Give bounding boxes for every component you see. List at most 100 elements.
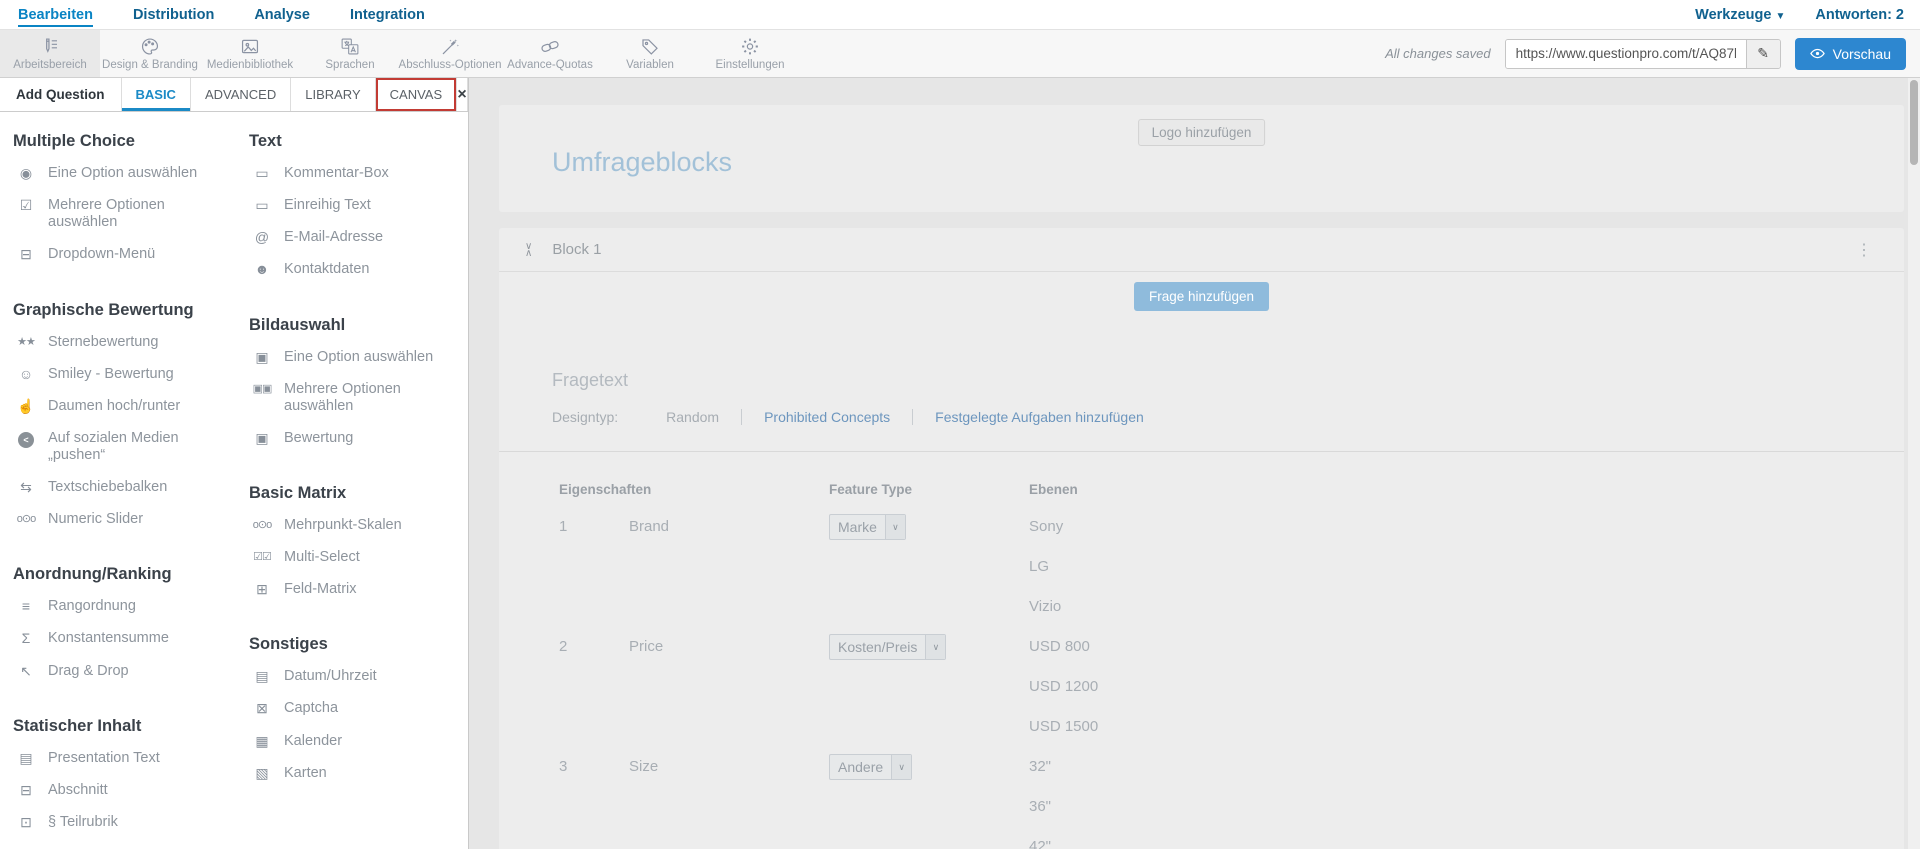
level-item[interactable]: Sony: [1029, 507, 1904, 547]
question-type-captcha[interactable]: ⊠ Captcha: [249, 700, 461, 717]
designtype-value[interactable]: Random: [666, 409, 719, 425]
question-type-drag-drop[interactable]: ↖ Drag & Drop: [13, 663, 225, 680]
feature-name[interactable]: Size: [629, 747, 829, 787]
tab-advanced[interactable]: ADVANCED: [191, 78, 292, 112]
question-type-thumbs-up-down[interactable]: ☝ Daumen hoch/runter: [13, 398, 225, 415]
level-item[interactable]: Vizio: [1029, 587, 1904, 627]
divider: [912, 409, 914, 425]
feature-type-value: Kosten/Preis: [838, 639, 918, 655]
block-panel: ∨ ∧ Block 1 ⋮ Frage hinzufügen Fragetext …: [499, 228, 1904, 849]
question-type-constant-sum[interactable]: Σ Konstantensumme: [13, 630, 225, 647]
question-type-multi-select[interactable]: ☑ Mehrere Optionen auswählen: [13, 197, 225, 231]
feature-type-select[interactable]: Marke ∨: [829, 514, 906, 540]
level-item[interactable]: USD 1500: [1029, 707, 1904, 747]
contact-data-icon: ☻: [254, 261, 270, 278]
level-item[interactable]: LG: [1029, 547, 1904, 587]
level-item[interactable]: 32": [1029, 747, 1904, 787]
survey-url-input[interactable]: [1505, 39, 1746, 68]
calendar-icon: ▦: [255, 732, 269, 749]
nav-distribution[interactable]: Distribution: [133, 0, 214, 29]
toolbar-label: Variablen: [626, 59, 674, 71]
question-type-star-rating[interactable]: ★★ Sternebewertung: [13, 334, 225, 351]
question-type-label: Karten: [284, 764, 327, 781]
drag-drop-icon: ↖: [20, 662, 32, 679]
tab-add-question[interactable]: Add Question: [0, 78, 122, 112]
levels-list: Sony LG Vizio: [1029, 507, 1904, 627]
level-item[interactable]: 36": [1029, 787, 1904, 827]
question-type-date-time[interactable]: ▤ Datum/Uhrzeit: [249, 668, 461, 685]
collapse-block-icon[interactable]: ∨ ∧: [525, 241, 532, 258]
question-type-image-rating[interactable]: ▣ Bewertung: [249, 430, 461, 447]
nav-integration[interactable]: Integration: [350, 0, 425, 29]
toolbar-languages[interactable]: Sprachen: [300, 30, 400, 77]
question-type-text-slider[interactable]: ⇆ Textschiebebalken: [13, 479, 225, 496]
feature-type-select[interactable]: Andere ∨: [829, 754, 913, 780]
question-type-label: § Teilrubrik: [48, 813, 118, 830]
section-title: Basic Matrix: [249, 484, 347, 502]
question-type-single-row-text[interactable]: ▭ Einreihig Text: [249, 197, 461, 214]
add-question-button[interactable]: Frage hinzufügen: [1133, 281, 1270, 311]
toolbar-settings[interactable]: Einstellungen: [700, 30, 800, 77]
level-item[interactable]: USD 1200: [1029, 667, 1904, 707]
question-type-label: Daumen hoch/runter: [48, 397, 181, 414]
close-panel-icon[interactable]: ×: [457, 78, 468, 112]
toolbar-design-branding[interactable]: Design & Branding: [100, 30, 200, 77]
constant-sum-icon: Σ: [21, 630, 31, 647]
survey-header-panel: Logo hinzufügen Umfrageblocks: [499, 105, 1904, 212]
question-type-matrix-multi-select[interactable]: ☑☑ Multi-Select: [249, 549, 461, 566]
question-type-map[interactable]: ▧ Karten: [249, 765, 461, 782]
question-type-section[interactable]: ⊟ Abschnitt: [13, 782, 225, 799]
level-item[interactable]: 42": [1029, 827, 1904, 849]
thumbs-up-down-icon: ☝: [17, 397, 35, 414]
tab-library[interactable]: LIBRARY: [291, 78, 376, 112]
preview-button[interactable]: Vorschau: [1794, 37, 1906, 70]
antworten-link[interactable]: Antworten: 2: [1815, 7, 1904, 23]
question-type-multipoint-scales[interactable]: o⊙o Mehrpunkt-Skalen: [249, 517, 461, 534]
toolbar-variables[interactable]: Variablen: [600, 30, 700, 77]
fixed-tasks-link[interactable]: Festgelegte Aufgaben hinzufügen: [935, 409, 1144, 425]
nav-analyse[interactable]: Analyse: [254, 0, 310, 29]
question-type-comment-box[interactable]: ▭ Kommentar-Box: [249, 165, 461, 182]
add-logo-button[interactable]: Logo hinzufügen: [1137, 119, 1266, 146]
scrollbar-thumb[interactable]: [1910, 80, 1918, 165]
question-type-single-select[interactable]: ◉ Eine Option auswählen: [13, 165, 225, 182]
toolbar-media-library[interactable]: Medienbibliothek: [200, 30, 300, 77]
question-text-placeholder[interactable]: Fragetext: [552, 370, 1904, 391]
question-type-contact-data[interactable]: ☻ Kontaktdaten: [249, 261, 461, 278]
section-statischer-inhalt: Statischer Inhalt ▤ Presentation Text ⊟ Absc…: [13, 717, 225, 846]
question-type-label: Eine Option auswählen: [48, 165, 198, 182]
level-item[interactable]: USD 800: [1029, 627, 1904, 667]
question-type-rank-order[interactable]: ≡ Rangordnung: [13, 598, 225, 615]
feature-name[interactable]: Price: [629, 627, 829, 667]
toolbar-workspace[interactable]: Arbeitsbereich: [0, 30, 100, 77]
tab-basic[interactable]: BASIC: [122, 78, 191, 112]
question-type-smiley-rating[interactable]: ☺ Smiley - Bewertung: [13, 366, 225, 383]
prohibited-concepts-link[interactable]: Prohibited Concepts: [764, 409, 890, 425]
question-type-social-share[interactable]: < Auf sozialen Medien „pushen“: [13, 430, 225, 464]
question-type-subsection[interactable]: ⊡ § Teilrubrik: [13, 814, 225, 831]
question-type-field-matrix[interactable]: ⊞ Feld-Matrix: [249, 581, 461, 598]
block-menu-icon[interactable]: ⋮: [1856, 240, 1872, 260]
toolbar-advance-quotas[interactable]: Advance-Quotas: [500, 30, 600, 77]
question-type-numeric-slider[interactable]: o⊙o Numeric Slider: [13, 511, 225, 528]
feature-name[interactable]: Brand: [629, 507, 829, 547]
tab-canvas[interactable]: CANVAS: [376, 78, 458, 112]
languages-icon: [339, 36, 361, 57]
nav-bearbeiten[interactable]: Bearbeiten: [18, 0, 93, 29]
section-sonstiges: Sonstiges ▤ Datum/Uhrzeit ⊠ Captcha ▦ Kalender…: [249, 635, 461, 796]
question-type-image-multi-select[interactable]: ▣▣ Mehrere Optionen auswählen: [249, 381, 461, 415]
table-header: Eigenschaften Feature Type Ebenen: [559, 482, 1904, 497]
toolbar-finish-options[interactable]: Abschluss-Optionen: [399, 30, 501, 77]
question-type-image-single-select[interactable]: ▣ Eine Option auswählen: [249, 349, 461, 366]
section-bildauswahl: Bildauswahl ▣ Eine Option auswählen ▣▣ Mehre…: [249, 316, 461, 462]
question-type-presentation-text[interactable]: ▤ Presentation Text: [13, 750, 225, 767]
werkzeuge-menu[interactable]: Werkzeuge ▼: [1695, 7, 1785, 23]
question-type-email-address[interactable]: @ E-Mail-Adresse: [249, 229, 461, 246]
question-type-calendar[interactable]: ▦ Kalender: [249, 733, 461, 750]
feature-type-select[interactable]: Kosten/Preis ∨: [829, 634, 947, 660]
top-navigation: Bearbeiten Distribution Analyse Integration…: [0, 0, 1920, 30]
scrollbar[interactable]: [1908, 78, 1920, 849]
edit-url-button[interactable]: ✎: [1745, 39, 1780, 68]
question-type-dropdown-menu[interactable]: ⊟ Dropdown-Menü: [13, 246, 225, 263]
captcha-icon: ⊠: [256, 700, 268, 717]
